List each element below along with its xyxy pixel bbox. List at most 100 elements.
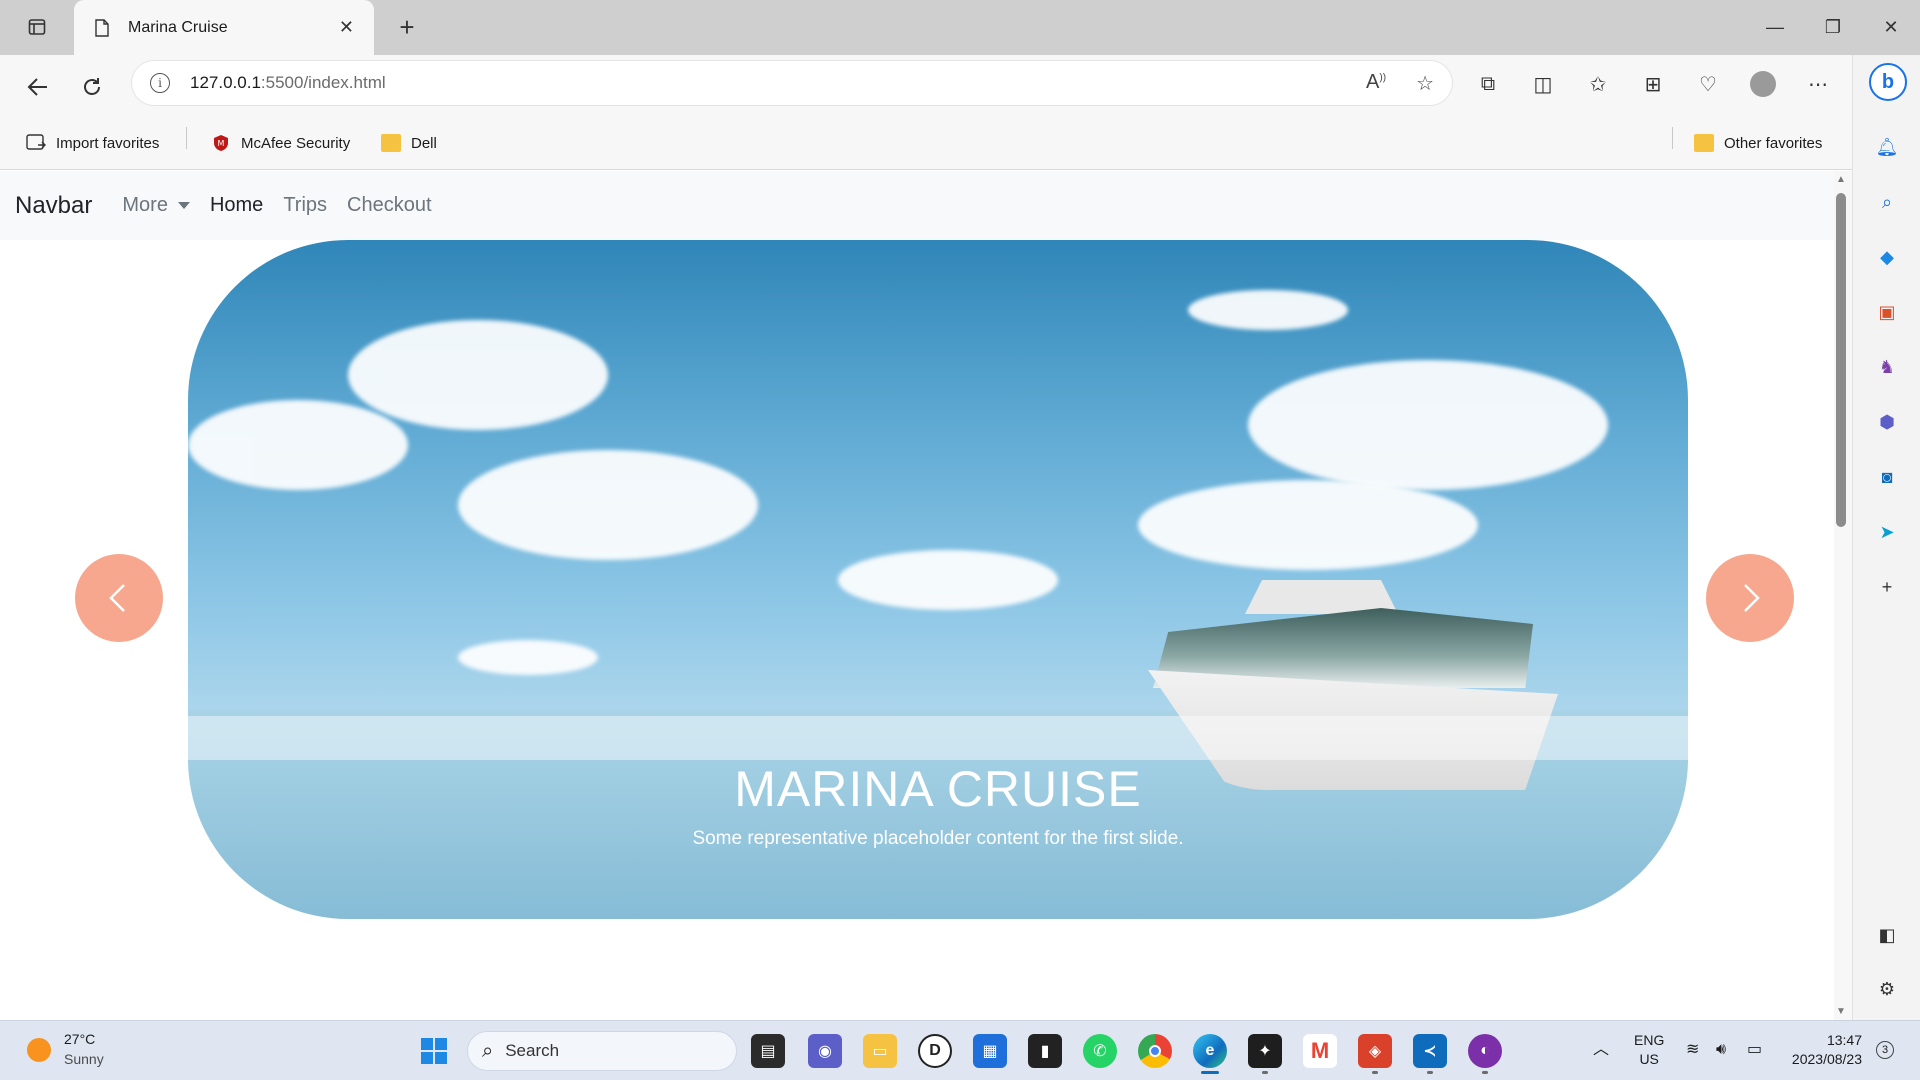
tools-briefcase-icon[interactable]: ▣ xyxy=(1875,300,1899,324)
notification-count-badge[interactable]: 3 xyxy=(1876,1041,1894,1059)
carousel-next-button[interactable] xyxy=(1706,554,1794,642)
scrollbar-thumb[interactable] xyxy=(1836,193,1846,527)
favorite-star-icon[interactable]: ☆ xyxy=(1416,71,1434,96)
app-icon[interactable]: ◈ xyxy=(1358,1034,1392,1068)
language-code: ENG xyxy=(1634,1032,1665,1048)
clock[interactable]: 13:47 2023/08/23 xyxy=(1786,1031,1862,1069)
vscode-icon[interactable]: ≺ xyxy=(1413,1034,1447,1068)
mcafee-shield-icon: M xyxy=(214,135,228,151)
browser-tab[interactable]: Marina Cruise ✕ xyxy=(74,0,374,55)
cloud xyxy=(1138,480,1478,570)
windows-start-button[interactable] xyxy=(417,1034,451,1068)
battery-icon[interactable]: ▭ xyxy=(1747,1040,1762,1059)
favorite-mcafee[interactable]: M McAfee Security xyxy=(211,128,350,158)
favorite-dell-folder[interactable]: Dell xyxy=(381,128,437,158)
cloud xyxy=(458,640,598,675)
shopping-tag-icon[interactable]: ◆ xyxy=(1875,245,1899,269)
nav-more-dropdown[interactable]: More xyxy=(122,194,190,217)
teams-chat-icon[interactable]: ◉ xyxy=(808,1034,842,1068)
favorites-icon[interactable]: ✩ xyxy=(1580,66,1616,102)
nav-home[interactable]: Home xyxy=(210,194,263,217)
scroll-down-arrow-icon[interactable]: ▼ xyxy=(1836,1006,1846,1017)
site-info-icon[interactable]: i xyxy=(150,73,170,93)
other-favorites[interactable]: Other favorites xyxy=(1694,128,1822,158)
chrome-icon[interactable] xyxy=(1138,1034,1172,1068)
collections-icon[interactable]: ⊞ xyxy=(1635,66,1671,102)
read-aloud-icon[interactable]: A)) xyxy=(1366,71,1386,96)
profile-avatar[interactable] xyxy=(1745,66,1781,102)
new-tab-button[interactable]: + xyxy=(392,12,422,42)
refresh-icon xyxy=(84,78,100,95)
edge-browser-icon[interactable]: e xyxy=(1193,1034,1227,1068)
taskbar-search-label: Search xyxy=(505,1041,560,1060)
wifi-icon[interactable]: ≋ xyxy=(1686,1040,1699,1059)
show-hidden-icons-chevron-icon[interactable]: ︿ xyxy=(1593,1040,1609,1059)
restore-button[interactable]: ❐ xyxy=(1804,0,1862,55)
clock-date: 2023/08/23 xyxy=(1791,1051,1862,1067)
split-screen-icon[interactable]: ◫ xyxy=(1525,66,1561,102)
favorite-import[interactable]: Import favorites xyxy=(26,128,159,158)
language-region: US xyxy=(1639,1051,1659,1067)
outlook-icon[interactable]: ◙ xyxy=(1875,465,1899,489)
navbar-brand[interactable]: Navbar xyxy=(15,192,92,220)
notes-app-icon[interactable]: ▮ xyxy=(1028,1034,1062,1068)
windows-logo-icon xyxy=(421,1038,447,1064)
weather-temperature[interactable]: 27°C xyxy=(64,1031,95,1047)
browser-essentials-icon[interactable]: ♡ xyxy=(1690,66,1726,102)
language-indicator[interactable]: ENG US xyxy=(1634,1031,1664,1069)
microsoft-365-icon[interactable]: ⬢ xyxy=(1875,410,1899,434)
more-menu-icon[interactable]: ⋯ xyxy=(1800,66,1836,102)
refresh-button[interactable] xyxy=(74,69,110,105)
favorites-divider xyxy=(186,127,187,149)
bing-copilot-icon[interactable]: b xyxy=(1869,63,1907,101)
extensions-icon[interactable]: ⧉ xyxy=(1470,66,1506,102)
browser-tool-icons: ⧉ ◫ ✩ ⊞ ♡ ⋯ xyxy=(1470,64,1836,104)
nav-checkout[interactable]: Checkout xyxy=(347,194,432,217)
address-bar[interactable]: i 127.0.0.1:5500/index.html A)) ☆ xyxy=(132,61,1452,105)
carousel-caption: MARINA CRUISE Some representative placeh… xyxy=(188,760,1688,850)
tab-title: Marina Cruise xyxy=(128,18,228,36)
notifications-bell-icon[interactable]: 🔔︎ xyxy=(1875,135,1899,159)
carousel-title: MARINA CRUISE xyxy=(734,761,1142,817)
clock-time: 13:47 xyxy=(1826,1032,1862,1048)
cloud xyxy=(1188,290,1348,330)
search-icon: ⌕ xyxy=(482,1039,494,1062)
carousel-text: Some representative placeholder content … xyxy=(692,828,1184,849)
sun-weather-icon[interactable] xyxy=(27,1038,51,1062)
microsoft-store-icon[interactable]: ▦ xyxy=(973,1034,1007,1068)
caption-band xyxy=(188,716,1688,760)
page-icon xyxy=(95,18,109,37)
tab-actions-icon xyxy=(28,19,46,35)
games-icon[interactable]: ♞ xyxy=(1875,355,1899,379)
minimize-button[interactable]: — xyxy=(1746,0,1804,55)
dell-icon[interactable]: D xyxy=(918,1034,952,1068)
tab-actions-button[interactable] xyxy=(20,12,54,42)
cloud xyxy=(458,450,758,560)
favorites-divider xyxy=(1672,127,1673,149)
nav-trips[interactable]: Trips xyxy=(283,194,327,217)
sidebar-settings-gear-icon[interactable]: ⚙ xyxy=(1875,977,1899,1001)
windows-taskbar xyxy=(0,1020,1920,1080)
drop-icon[interactable]: ➤ xyxy=(1875,520,1899,544)
scroll-up-arrow-icon[interactable]: ▲ xyxy=(1836,174,1846,185)
back-button[interactable] xyxy=(20,69,56,105)
taskbar-search[interactable]: ⌕ Search xyxy=(467,1031,737,1071)
close-window-button[interactable]: ✕ xyxy=(1862,0,1920,55)
gmail-icon[interactable]: M xyxy=(1303,1034,1337,1068)
app-running-indicator xyxy=(1482,1071,1488,1074)
favorite-label: Import favorites xyxy=(56,134,160,152)
weather-description[interactable]: Sunny xyxy=(64,1051,104,1067)
figma-icon[interactable]: ✦ xyxy=(1248,1034,1282,1068)
volume-icon[interactable]: 🔊︎ xyxy=(1716,1040,1726,1059)
carousel-prev-button[interactable] xyxy=(75,554,163,642)
web-page: Navbar More Home Trips Checkout MARINA C… xyxy=(0,171,1834,1020)
file-explorer-icon[interactable]: ▭ xyxy=(863,1034,897,1068)
add-sidebar-app-icon[interactable]: + xyxy=(1875,575,1899,599)
hide-sidebar-icon[interactable]: ◧ xyxy=(1875,923,1899,947)
task-view-icon[interactable]: ▤ xyxy=(751,1034,785,1068)
search-icon[interactable]: ⌕ xyxy=(1875,190,1899,214)
tab-close-button[interactable]: ✕ xyxy=(339,17,354,38)
app-running-indicator xyxy=(1262,1071,1268,1074)
github-desktop-icon[interactable]: ◐ xyxy=(1468,1034,1502,1068)
whatsapp-icon[interactable]: ✆ xyxy=(1083,1034,1117,1068)
